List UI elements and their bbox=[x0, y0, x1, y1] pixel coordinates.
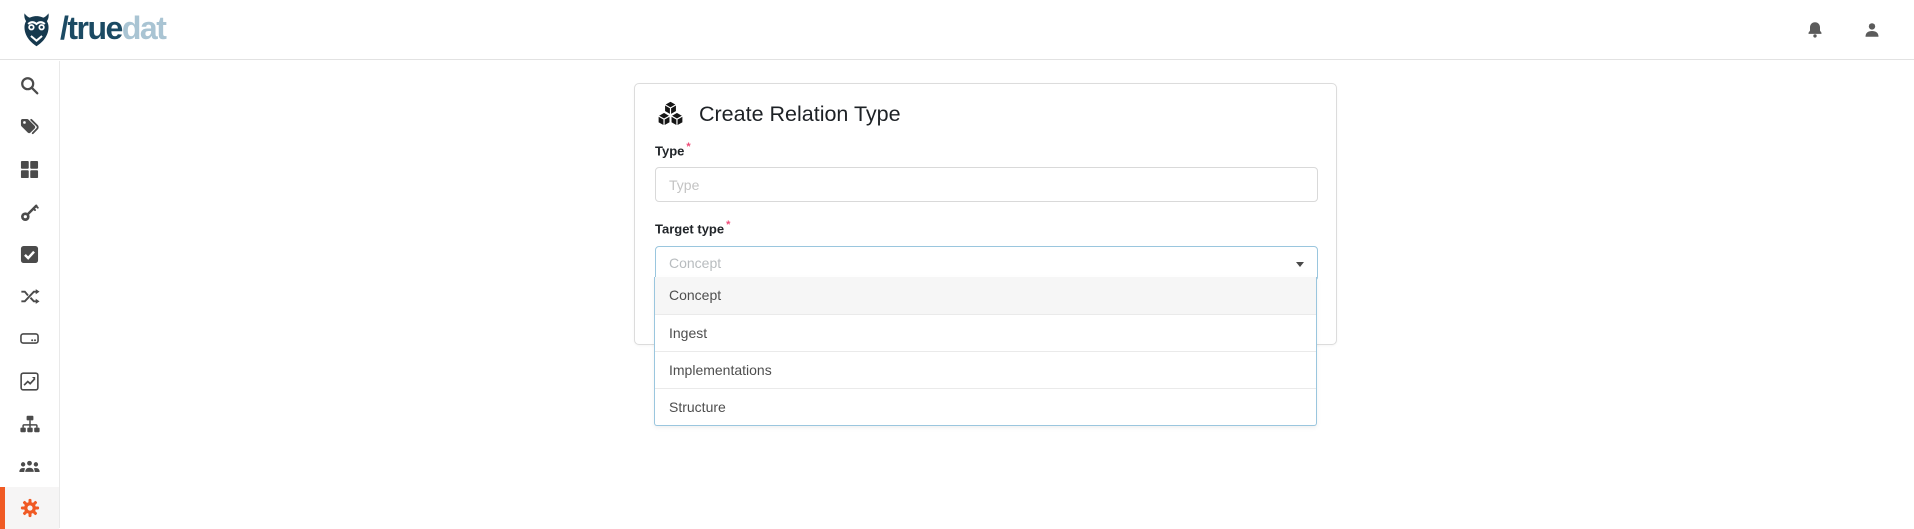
sidebar-item-relations[interactable] bbox=[0, 275, 59, 317]
key-icon bbox=[20, 203, 39, 222]
truedat-logo[interactable]: /truedat bbox=[18, 11, 165, 49]
check-square-icon bbox=[20, 245, 39, 264]
dropdown-option-ingest[interactable]: Ingest bbox=[655, 314, 1316, 351]
target-type-required-asterisk: * bbox=[726, 219, 730, 231]
tags-icon bbox=[20, 118, 39, 137]
sidebar-item-lineage[interactable] bbox=[0, 402, 59, 444]
sidebar-item-sources[interactable] bbox=[0, 318, 59, 360]
target-type-label-text: Target type bbox=[655, 222, 724, 237]
user-icon bbox=[1863, 21, 1881, 39]
notifications-button[interactable] bbox=[1804, 19, 1826, 41]
navbar-actions bbox=[1804, 19, 1896, 41]
shuffle-icon bbox=[20, 287, 40, 306]
chart-line-icon bbox=[20, 372, 39, 391]
grid-icon bbox=[20, 160, 39, 179]
search-icon bbox=[20, 76, 39, 95]
dropdown-option-structure[interactable]: Structure bbox=[655, 388, 1316, 425]
brand-secondary-text: dat bbox=[122, 10, 166, 46]
bell-icon bbox=[1806, 21, 1824, 39]
target-type-select-placeholder: Concept bbox=[669, 255, 721, 271]
type-field-label: Type* bbox=[655, 141, 1316, 158]
card-header: Create Relation Type bbox=[635, 84, 1336, 128]
type-required-asterisk: * bbox=[686, 141, 690, 153]
chevron-down-icon bbox=[1296, 262, 1304, 267]
brand-wordmark: /truedat bbox=[60, 12, 165, 44]
brand-primary-text: true bbox=[67, 10, 121, 46]
owl-logo-icon bbox=[18, 11, 55, 49]
sidebar-item-users[interactable] bbox=[0, 445, 59, 487]
page-title: Create Relation Type bbox=[699, 102, 901, 127]
cubes-icon bbox=[655, 100, 686, 128]
user-menu-button[interactable] bbox=[1861, 19, 1883, 41]
sidebar-item-tags[interactable] bbox=[0, 106, 59, 148]
sidebar-item-permissions[interactable] bbox=[0, 191, 59, 233]
type-input[interactable] bbox=[655, 167, 1318, 202]
hdd-icon bbox=[20, 329, 39, 348]
type-label-text: Type bbox=[655, 143, 684, 158]
sidebar-item-settings[interactable] bbox=[0, 487, 59, 529]
target-type-select[interactable]: Concept bbox=[655, 246, 1318, 281]
target-type-field-label: Target type* bbox=[655, 219, 1316, 236]
left-sidebar bbox=[0, 61, 60, 528]
sitemap-icon bbox=[20, 415, 40, 433]
users-icon bbox=[19, 457, 40, 475]
sidebar-item-quality-charts[interactable] bbox=[0, 360, 59, 402]
sidebar-item-rules[interactable] bbox=[0, 233, 59, 275]
sidebar-item-modules[interactable] bbox=[0, 149, 59, 191]
gear-icon bbox=[20, 498, 40, 518]
dropdown-option-concept[interactable]: Concept bbox=[655, 277, 1316, 314]
top-navbar: /truedat bbox=[0, 0, 1914, 60]
sidebar-item-search[interactable] bbox=[0, 64, 59, 106]
dropdown-option-implementations[interactable]: Implementations bbox=[655, 351, 1316, 388]
target-type-dropdown-menu: Concept Ingest Implementations Structure bbox=[654, 277, 1317, 426]
